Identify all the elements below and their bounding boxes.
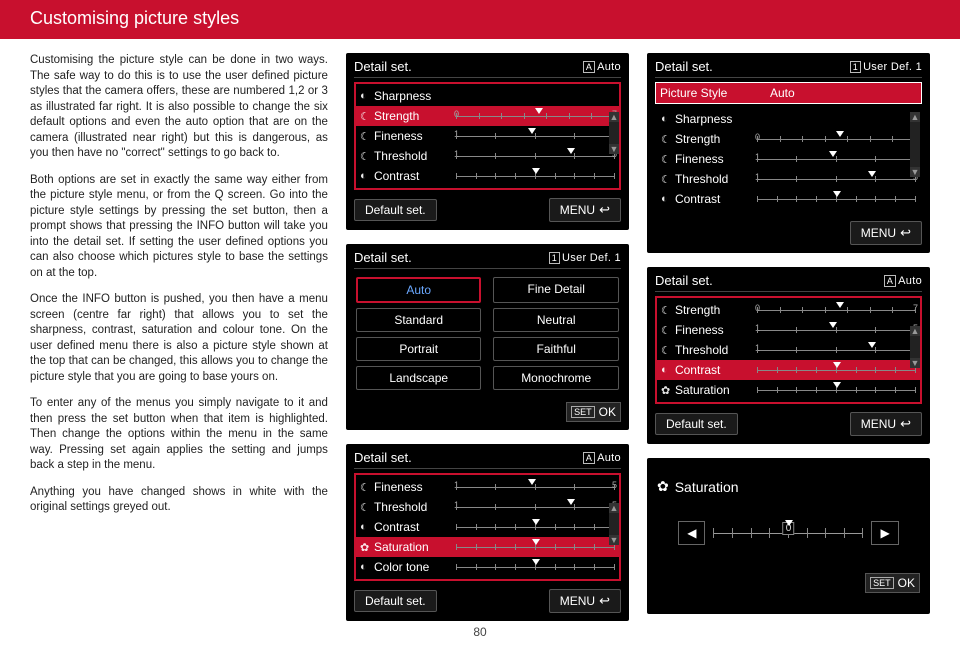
param-row-strength[interactable]: ☾Strength 07 [657, 300, 920, 320]
param-row-contrast[interactable]: ◐Contrast [657, 189, 920, 209]
style-option-standard[interactable]: Standard [356, 308, 482, 332]
param-row-contrast[interactable]: ◐Contrast [657, 360, 920, 380]
scroll-down-icon: ▼ [609, 144, 619, 154]
param-row-picture-style[interactable]: Picture Style Auto [655, 82, 922, 104]
return-icon: ↩ [599, 202, 610, 218]
param-row-threshold[interactable]: ☾ Threshold 15 [356, 497, 619, 517]
saturation-scale[interactable]: 0 [713, 525, 863, 541]
param-row-fineness[interactable]: ☾Fineness 15 [657, 320, 920, 340]
camera-screen-detail-auto-strength: Detail set. AAuto ◐ Sharpness ☾ Strength… [346, 53, 629, 230]
screen-title: Saturation [675, 479, 739, 495]
mode-indicator: 1User Def. 1 [549, 252, 621, 264]
contrast-icon: ◐ [360, 170, 374, 182]
article-paragraph: Once the INFO button is pushed, you then… [30, 292, 328, 385]
style-option-fine-detail[interactable]: Fine Detail [493, 277, 619, 303]
screen-title: Detail set. [354, 250, 412, 265]
menu-back-button[interactable]: MENU↩ [850, 221, 922, 245]
slider: 07 [456, 111, 615, 121]
mode-indicator: AAuto [884, 275, 922, 287]
page-header: Customising picture styles [0, 0, 960, 39]
param-row-fineness[interactable]: ☾Fineness 15 [657, 149, 920, 169]
scroll-bar[interactable]: ▲▼ [910, 112, 920, 177]
saturation-icon: ✿ [360, 541, 374, 554]
screen-title: Detail set. [655, 273, 713, 288]
param-row-threshold[interactable]: ☾Threshold 15 [657, 169, 920, 189]
article-paragraph: Anything you have changed shows in white… [30, 485, 328, 516]
param-row-threshold[interactable]: ☾Threshold 15 [657, 340, 920, 360]
article-paragraph: To enter any of the menus you simply nav… [30, 396, 328, 474]
camera-screen-detail-auto-saturation: Detail set. AAuto ☾ Fineness 15 ☾ Thresh… [346, 444, 629, 621]
camera-screen-userdef-picture-style: Detail set. 1User Def. 1 Picture Style A… [647, 53, 930, 253]
increase-button[interactable]: ▶ [871, 521, 898, 545]
page-number: 80 [0, 625, 960, 639]
style-option-faithful[interactable]: Faithful [493, 337, 619, 361]
param-row-sharpness[interactable]: ◐Sharpness [657, 109, 920, 129]
menu-back-button[interactable]: MENU↩ [549, 589, 621, 613]
param-row-saturation[interactable]: ✿ Saturation [356, 537, 619, 557]
mode-indicator: AAuto [583, 61, 621, 73]
style-option-auto[interactable]: Auto [356, 277, 482, 303]
param-row-contrast[interactable]: ◐ Contrast [356, 166, 619, 186]
style-option-portrait[interactable]: Portrait [356, 337, 482, 361]
camera-screen-style-select: Detail set. 1User Def. 1 Auto Fine Detai… [346, 244, 629, 430]
menu-back-button[interactable]: MENU↩ [850, 412, 922, 436]
contrast-icon: ◐ [360, 521, 374, 533]
param-row-contrast[interactable]: ◐ Contrast [356, 517, 619, 537]
threshold-icon: ☾ [360, 150, 374, 163]
set-ok-button[interactable]: SETOK [566, 402, 621, 422]
page-title: Customising picture styles [30, 8, 239, 28]
saturation-icon: ✿ [657, 478, 669, 495]
param-row-saturation[interactable]: ✿Saturation [657, 380, 920, 400]
decrease-button[interactable]: ◀ [678, 521, 705, 545]
color-tone-icon: ◐ [360, 561, 374, 573]
page-body: Customising the picture style can be don… [0, 39, 960, 621]
article-column: Customising the picture style can be don… [30, 53, 328, 621]
threshold-icon: ☾ [360, 501, 374, 514]
scroll-bar[interactable]: ▲▼ [609, 503, 619, 545]
fineness-icon: ☾ [360, 130, 374, 143]
screens-col-left: Detail set. AAuto ◐ Sharpness ☾ Strength… [346, 53, 629, 621]
scroll-bar[interactable]: ▲▼ [910, 326, 920, 368]
article-paragraph: Both options are set in exactly the same… [30, 173, 328, 282]
param-row-strength[interactable]: ☾ Strength 07 [356, 106, 619, 126]
param-row-sharpness[interactable]: ◐ Sharpness [356, 86, 619, 106]
article-paragraph: Customising the picture style can be don… [30, 53, 328, 162]
scroll-bar[interactable]: ▲▼ [609, 112, 619, 154]
screen-title: Detail set. [354, 59, 412, 74]
sharpness-icon: ◐ [360, 90, 374, 102]
style-option-landscape[interactable]: Landscape [356, 366, 482, 390]
default-set-button[interactable]: Default set. [354, 590, 437, 612]
screens-col-right: Detail set. 1User Def. 1 Picture Style A… [647, 53, 930, 621]
param-row-threshold[interactable]: ☾ Threshold 15 [356, 146, 619, 166]
fineness-icon: ☾ [360, 481, 374, 494]
param-row-fineness[interactable]: ☾ Fineness 15 [356, 126, 619, 146]
default-set-button[interactable]: Default set. [354, 199, 437, 221]
scroll-up-icon: ▲ [609, 112, 619, 122]
style-option-monochrome[interactable]: Monochrome [493, 366, 619, 390]
strength-icon: ☾ [360, 110, 374, 123]
screen-title: Detail set. [655, 59, 713, 74]
set-ok-button[interactable]: SETOK [865, 573, 920, 593]
mode-indicator: 1User Def. 1 [850, 61, 922, 73]
style-option-neutral[interactable]: Neutral [493, 308, 619, 332]
default-set-button[interactable]: Default set. [655, 413, 738, 435]
param-row-color-tone[interactable]: ◐ Color tone [356, 557, 619, 577]
screen-title: Detail set. [354, 450, 412, 465]
param-row-fineness[interactable]: ☾ Fineness 15 [356, 477, 619, 497]
camera-screen-detail-auto-contrast: Detail set. AAuto ☾Strength 07 ☾Fineness… [647, 267, 930, 444]
mode-indicator: AAuto [583, 452, 621, 464]
camera-screen-saturation-editor: ✿ Saturation ◀ 0 ▶ SETOK [647, 458, 930, 614]
menu-back-button[interactable]: MENU↩ [549, 198, 621, 222]
param-row-strength[interactable]: ☾Strength 07 [657, 129, 920, 149]
